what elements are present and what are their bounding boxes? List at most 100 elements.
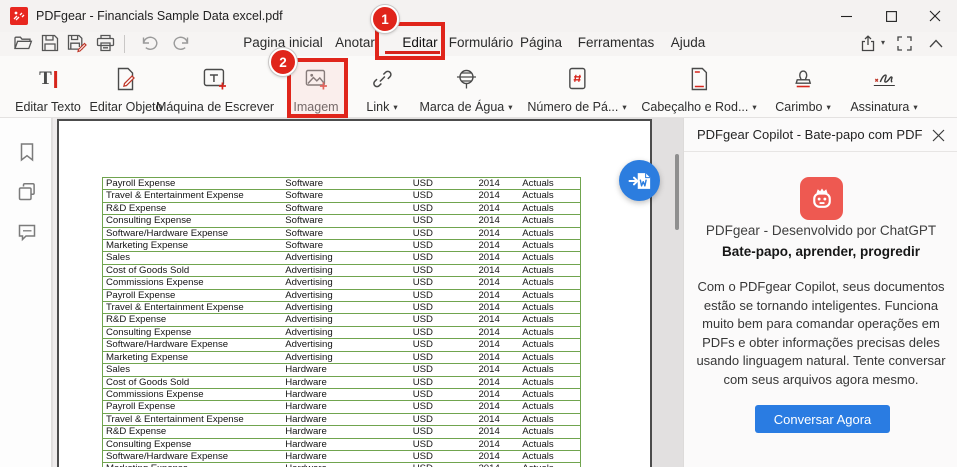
table-cell: Actuals bbox=[519, 265, 580, 276]
table-cell: USD bbox=[410, 190, 476, 201]
table-cell: Actuals bbox=[519, 190, 580, 201]
table-cell: USD bbox=[410, 314, 476, 325]
table-row: SalesAdvertisingUSD2014Actuals bbox=[102, 251, 581, 263]
table-cell: 2014 bbox=[475, 377, 519, 388]
table-cell: 2014 bbox=[475, 240, 519, 251]
table-cell: 2014 bbox=[475, 352, 519, 363]
collapse-toolbar-button[interactable] bbox=[923, 31, 949, 55]
table-row: SalesHardwareUSD2014Actuals bbox=[102, 363, 581, 375]
toolbar-item-numero-de-pagina[interactable]: Número de Pá...▾ bbox=[527, 62, 626, 114]
edit-toolbar: T Editar Texto Editar Objeto Máquina de … bbox=[0, 56, 957, 118]
table-cell: Software bbox=[282, 215, 409, 226]
document-scrollbar[interactable] bbox=[655, 118, 683, 467]
close-button[interactable] bbox=[912, 0, 957, 32]
copilot-brand-line: PDFgear - Desenvolvido por ChatGPT bbox=[684, 223, 957, 238]
caret-down-icon: ▾ bbox=[622, 102, 626, 112]
tab-ferramentas[interactable]: Ferramentas bbox=[574, 33, 659, 52]
redo-button[interactable] bbox=[168, 30, 194, 56]
toolbar-label: Máquina de Escrever bbox=[156, 100, 274, 114]
table-cell: USD bbox=[410, 178, 476, 189]
share-icon bbox=[860, 35, 876, 52]
table-cell: Hardware bbox=[282, 401, 409, 412]
table-cell: Advertising bbox=[282, 302, 409, 313]
bookmarks-panel-button[interactable] bbox=[16, 141, 38, 163]
share-button[interactable] bbox=[855, 31, 881, 55]
chevron-up-icon bbox=[929, 39, 943, 48]
toolbar-item-carimbo[interactable]: Carimbo▾ bbox=[775, 62, 831, 114]
table-cell: Software/Hardware Expense bbox=[103, 339, 282, 350]
pdf-page[interactable]: Payroll ExpenseSoftwareUSD2014ActualsTra… bbox=[57, 119, 652, 467]
edit-text-icon: T bbox=[15, 62, 81, 96]
table-row: R&D ExpenseHardwareUSD2014Actuals bbox=[102, 425, 581, 437]
toolbar-label: Marca de Água bbox=[419, 100, 504, 114]
table-cell: R&D Expense bbox=[103, 203, 282, 214]
save-button[interactable] bbox=[37, 30, 63, 56]
table-cell: Marketing Expense bbox=[103, 352, 282, 363]
convert-to-word-button[interactable] bbox=[619, 160, 660, 201]
close-icon bbox=[932, 129, 945, 142]
table-cell: Advertising bbox=[282, 277, 409, 288]
toolbar-item-marca-de-agua[interactable]: Marca de Água ▾ bbox=[419, 62, 512, 114]
save-as-button[interactable] bbox=[64, 30, 90, 56]
table-cell: USD bbox=[410, 252, 476, 263]
table-row: Payroll ExpenseHardwareUSD2014Actuals bbox=[102, 400, 581, 412]
table-cell: Actuals bbox=[519, 364, 580, 375]
edit-object-icon bbox=[90, 62, 163, 96]
fullscreen-button[interactable] bbox=[891, 31, 917, 55]
toolbar-item-editar-texto[interactable]: T Editar Texto bbox=[15, 62, 81, 114]
toolbar-item-assinatura[interactable]: Assinatura▾ bbox=[850, 62, 917, 114]
table-cell: USD bbox=[410, 426, 476, 437]
table-row: Marketing ExpenseHardwareUSD2014Actuals bbox=[102, 462, 581, 467]
tab-formulario[interactable]: Formulário bbox=[445, 33, 518, 52]
toolbar-item-cabecalho-rodape[interactable]: Cabeçalho e Rod...▾ bbox=[641, 62, 756, 114]
caret-down-icon: ▾ bbox=[508, 102, 512, 112]
table-row: Consulting ExpenseHardwareUSD2014Actuals bbox=[102, 438, 581, 450]
table-cell: Actuals bbox=[519, 377, 580, 388]
watermark-icon bbox=[419, 62, 512, 96]
table-cell: Cost of Goods Sold bbox=[103, 377, 282, 388]
toolbar-item-maquina-de-escrever[interactable]: Máquina de Escrever bbox=[156, 62, 274, 114]
table-cell: Hardware bbox=[282, 439, 409, 450]
table-row: Travel & Entertainment ExpenseSoftwareUS… bbox=[102, 189, 581, 201]
table-row: Cost of Goods SoldHardwareUSD2014Actuals bbox=[102, 376, 581, 388]
maximize-button[interactable] bbox=[869, 0, 914, 32]
table-row: Commissions ExpenseAdvertisingUSD2014Act… bbox=[102, 276, 581, 288]
minimize-button[interactable] bbox=[824, 0, 869, 32]
toolbar-item-link[interactable]: Link▾ bbox=[366, 62, 397, 114]
table-cell: 2014 bbox=[475, 364, 519, 375]
table-row: Software/Hardware ExpenseSoftwareUSD2014… bbox=[102, 227, 581, 239]
scrollbar-thumb[interactable] bbox=[675, 154, 679, 230]
table-cell: 2014 bbox=[475, 228, 519, 239]
table-cell: USD bbox=[410, 203, 476, 214]
copilot-panel-title: PDFgear Copilot - Bate-papo com PDF bbox=[697, 127, 922, 142]
open-file-button[interactable] bbox=[10, 30, 36, 56]
table-cell: Commissions Expense bbox=[103, 277, 282, 288]
table-cell: Software bbox=[282, 228, 409, 239]
table-cell: Actuals bbox=[519, 277, 580, 288]
table-row: Cost of Goods SoldAdvertisingUSD2014Actu… bbox=[102, 264, 581, 276]
copilot-close-button[interactable] bbox=[928, 125, 948, 145]
table-row: Software/Hardware ExpenseHardwareUSD2014… bbox=[102, 450, 581, 462]
table-cell: Advertising bbox=[282, 265, 409, 276]
table-cell: Advertising bbox=[282, 290, 409, 301]
tab-pagina[interactable]: Página bbox=[516, 33, 566, 52]
tab-anotar[interactable]: Anotar bbox=[331, 33, 379, 52]
undo-button[interactable] bbox=[137, 30, 163, 56]
table-cell: Actuals bbox=[519, 228, 580, 239]
table-cell: Advertising bbox=[282, 352, 409, 363]
table-cell: Sales bbox=[103, 364, 282, 375]
print-button[interactable] bbox=[92, 30, 118, 56]
toolbar-item-editar-objeto[interactable]: Editar Objeto bbox=[90, 62, 163, 114]
table-cell: USD bbox=[410, 389, 476, 400]
conversar-agora-button[interactable]: Conversar Agora bbox=[755, 405, 890, 433]
pages-panel-button[interactable] bbox=[16, 181, 38, 203]
table-cell: Commissions Expense bbox=[103, 389, 282, 400]
table-cell: USD bbox=[410, 290, 476, 301]
copilot-panel-header: PDFgear Copilot - Bate-papo com PDF bbox=[684, 118, 957, 152]
table-cell: 2014 bbox=[475, 414, 519, 425]
comments-panel-button[interactable] bbox=[16, 221, 38, 243]
tab-ajuda[interactable]: Ajuda bbox=[667, 33, 710, 52]
table-cell: Software bbox=[282, 240, 409, 251]
table-cell: USD bbox=[410, 327, 476, 338]
table-row: Software/Hardware ExpenseAdvertisingUSD2… bbox=[102, 338, 581, 350]
